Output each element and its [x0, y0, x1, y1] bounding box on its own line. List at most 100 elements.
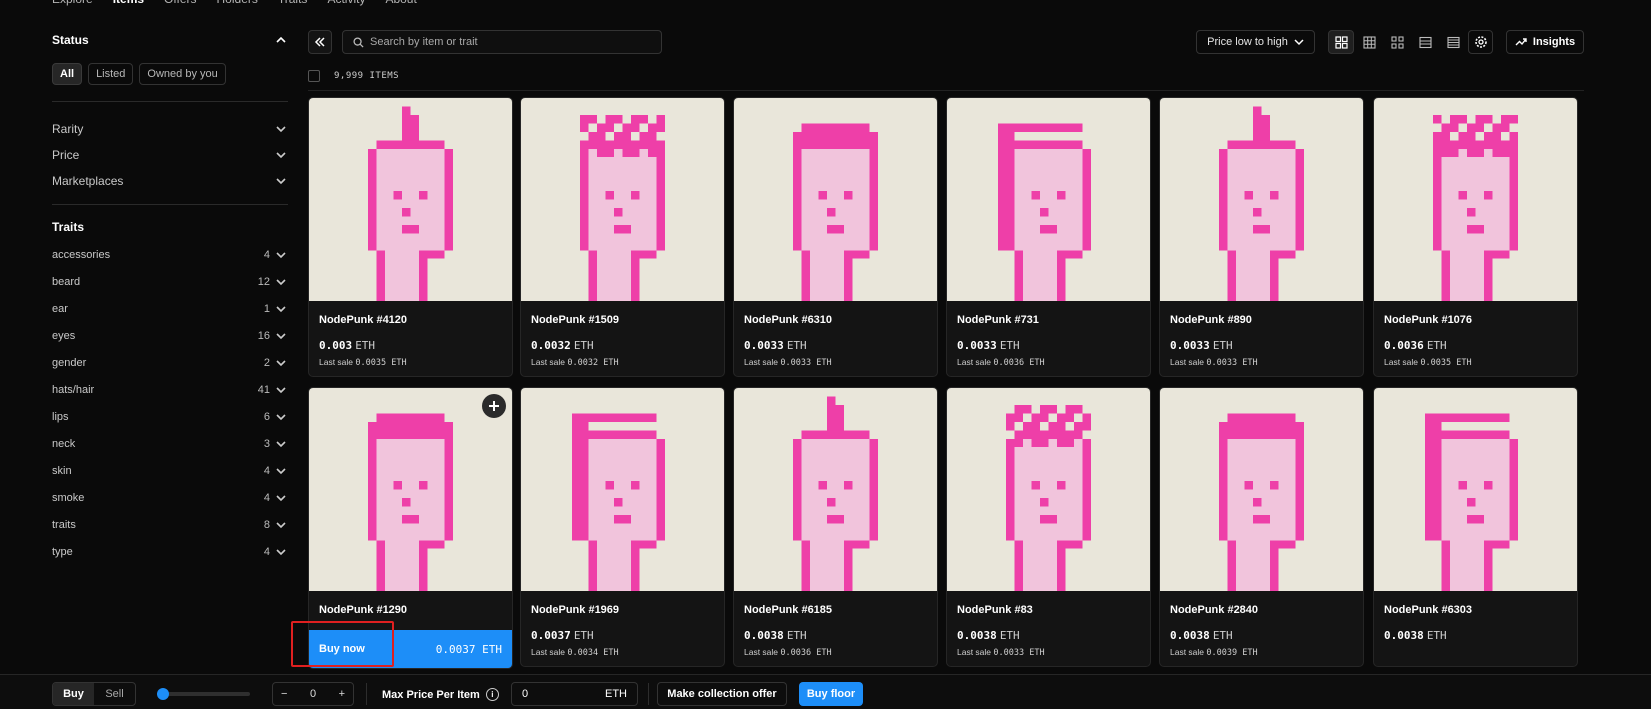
sell-tab[interactable]: Sell: [94, 683, 135, 705]
nft-name: NodePunk #2840: [1170, 604, 1259, 616]
view-table-button[interactable]: [1440, 30, 1466, 54]
filter-rarity[interactable]: Rarity: [52, 116, 288, 142]
nft-image[interactable]: [1160, 388, 1363, 591]
collapse-sidebar-button[interactable]: [308, 30, 332, 54]
last-sale-value: 0.0036 ETH: [780, 648, 832, 658]
nft-image[interactable]: [734, 388, 937, 591]
price-unit: ETH: [1212, 629, 1233, 642]
trait-count: 6: [263, 410, 270, 423]
nft-image[interactable]: [521, 388, 724, 591]
trait-beard[interactable]: beard 12: [52, 268, 288, 295]
trait-count: 4: [263, 545, 270, 558]
nft-card[interactable]: NodePunk #6310 0.0033 ETH Last sale 0.0033…: [733, 97, 938, 377]
nft-card[interactable]: NodePunk #890 0.0033 ETH Last sale 0.0033 …: [1159, 97, 1364, 377]
trait-count: 4: [263, 464, 270, 477]
select-all-checkbox[interactable]: [308, 70, 320, 82]
divider: [52, 204, 288, 205]
view-mode-toggle: [1328, 30, 1466, 54]
price-unit: ETH: [1426, 629, 1447, 642]
nft-image[interactable]: [947, 388, 1150, 591]
tab-traits[interactable]: Traits: [278, 0, 308, 10]
tab-items[interactable]: Items: [113, 0, 144, 10]
trait-type[interactable]: type 4: [52, 538, 288, 565]
view-grid-compact-button[interactable]: [1384, 30, 1410, 54]
status-all-button[interactable]: All: [52, 63, 83, 85]
info-icon[interactable]: i: [485, 688, 499, 701]
settings-button[interactable]: [1468, 30, 1493, 54]
chevron-down-icon: [274, 410, 288, 424]
filter-price[interactable]: Price: [52, 142, 288, 168]
view-grid-large-button[interactable]: [1328, 30, 1354, 54]
nft-card[interactable]: NodePunk #1509 0.0032 ETH Last sale 0.0032…: [520, 97, 725, 377]
view-list-button[interactable]: [1412, 30, 1438, 54]
nft-card[interactable]: NodePunk #6185 0.0038 ETH Last sale 0.0036…: [733, 387, 938, 667]
status-owned-button[interactable]: Owned by you: [139, 63, 226, 85]
buy-floor-button[interactable]: Buy floor: [799, 682, 863, 706]
nft-card[interactable]: NodePunk #2840 0.0038 ETH Last sale 0.0039…: [1159, 387, 1364, 667]
trait-label: gender: [52, 356, 87, 369]
slider-track: [157, 692, 250, 696]
trait-traits[interactable]: traits 8: [52, 511, 288, 538]
filter-marketplaces[interactable]: Marketplaces: [52, 168, 288, 194]
sort-label: Price low to high: [1207, 36, 1288, 48]
nft-card[interactable]: NodePunk #6303 0.0038 ETH: [1373, 387, 1578, 667]
trait-accessories[interactable]: accessories 4: [52, 241, 288, 268]
divider: [648, 683, 649, 705]
tab-holders[interactable]: Holders: [217, 0, 258, 10]
punk-image: [368, 413, 453, 591]
trait-label: skin: [52, 464, 72, 477]
status-listed-button[interactable]: Listed: [88, 63, 134, 85]
trait-lips[interactable]: lips 6: [52, 403, 288, 430]
trait-gender[interactable]: gender 2: [52, 349, 288, 376]
last-sale-value: 0.0034 ETH: [567, 648, 619, 658]
buy-tab[interactable]: Buy: [53, 683, 94, 705]
nft-image[interactable]: [1374, 388, 1577, 591]
nft-name: NodePunk #1969: [531, 604, 620, 616]
punk-image: [580, 114, 665, 301]
nft-card[interactable]: NodePunk #731 0.0033 ETH Last sale 0.0036 …: [946, 97, 1151, 377]
quantity-value[interactable]: 0: [310, 688, 316, 700]
insights-button[interactable]: Insights: [1506, 30, 1584, 54]
slider-handle[interactable]: [157, 688, 169, 700]
increment-button[interactable]: +: [339, 688, 345, 700]
nft-image[interactable]: [1160, 98, 1363, 301]
currency-label: ETH: [605, 688, 627, 700]
tab-activity[interactable]: Activity: [327, 0, 365, 10]
trait-label: neck: [52, 437, 76, 450]
max-price-value[interactable]: 0: [522, 688, 528, 700]
trait-skin[interactable]: skin 4: [52, 457, 288, 484]
nft-card[interactable]: NodePunk #1969 0.0037 ETH Last sale 0.0034…: [520, 387, 725, 667]
nft-card[interactable]: NodePunk #1076 0.0036 ETH Last sale 0.0035…: [1373, 97, 1578, 377]
tab-about[interactable]: About: [385, 0, 416, 10]
status-header[interactable]: Status: [52, 30, 288, 50]
nft-price: 0.0033 ETH: [1170, 339, 1233, 352]
trait-label: type: [52, 545, 73, 558]
trait-hats-hair[interactable]: hats/hair 41: [52, 376, 288, 403]
max-price-input[interactable]: 0 ETH: [511, 682, 638, 706]
search-box[interactable]: [342, 30, 662, 54]
make-collection-offer-button[interactable]: Make collection offer: [657, 682, 787, 706]
tab-explore[interactable]: Explore: [52, 0, 93, 10]
trait-label: ear: [52, 302, 68, 315]
price-unit: ETH: [786, 339, 807, 352]
trait-neck[interactable]: neck 3: [52, 430, 288, 457]
tab-offers[interactable]: Offers: [164, 0, 196, 10]
trait-eyes[interactable]: eyes 16: [52, 322, 288, 349]
nft-image[interactable]: [309, 98, 512, 301]
trait-ear[interactable]: ear 1: [52, 295, 288, 322]
nft-card[interactable]: NodePunk #4120 0.003 ETH Last sale 0.0035 …: [308, 97, 513, 377]
add-to-cart-button[interactable]: [482, 394, 506, 418]
nft-image[interactable]: [1374, 98, 1577, 301]
nft-card[interactable]: NodePunk #83 0.0038 ETH Last sale 0.0033 E…: [946, 387, 1151, 667]
trait-smoke[interactable]: smoke 4: [52, 484, 288, 511]
nft-image[interactable]: [734, 98, 937, 301]
sweep-slider[interactable]: [157, 688, 250, 700]
view-grid-small-button[interactable]: [1356, 30, 1382, 54]
nft-image[interactable]: [521, 98, 724, 301]
chevron-down-icon: [274, 275, 288, 289]
nft-image[interactable]: [309, 388, 512, 591]
search-input[interactable]: [370, 36, 650, 48]
decrement-button[interactable]: −: [281, 688, 287, 700]
nft-image[interactable]: [947, 98, 1150, 301]
sort-dropdown[interactable]: Price low to high: [1196, 30, 1315, 54]
